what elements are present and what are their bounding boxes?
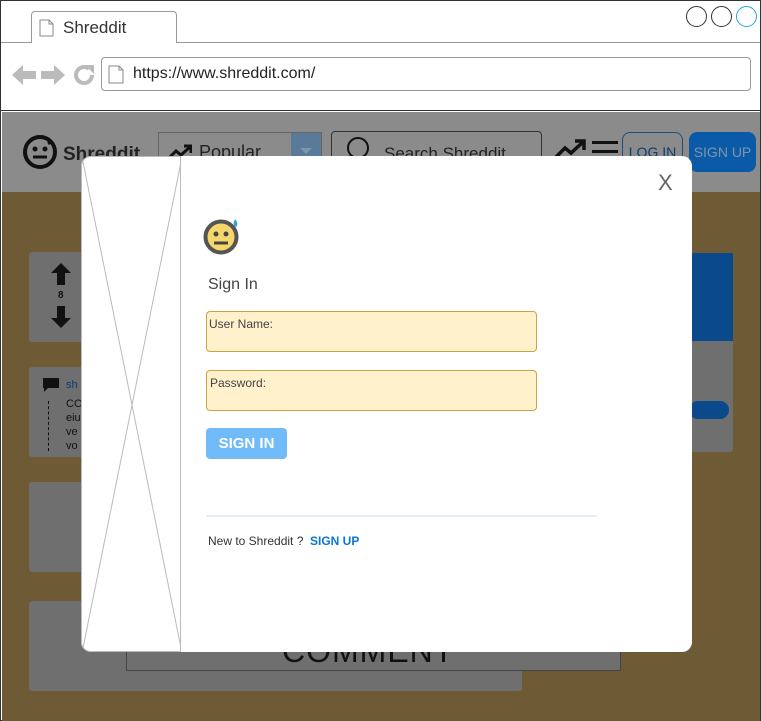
- minimize-button[interactable]: [686, 6, 707, 27]
- content-card: [29, 482, 84, 572]
- thread-line: [48, 401, 49, 451]
- signin-button[interactable]: SIGN IN: [206, 428, 287, 459]
- close-window-button[interactable]: [736, 6, 757, 27]
- modal-image-placeholder: [81, 156, 181, 652]
- sidebar-banner: [689, 253, 733, 341]
- tab-bar: Shreddit: [1, 1, 760, 43]
- username-field[interactable]: User Name:: [206, 311, 537, 352]
- password-label: Password:: [210, 376, 267, 390]
- post-text-line: ve: [66, 426, 78, 438]
- page-icon: [39, 19, 54, 37]
- password-field[interactable]: Password:: [206, 370, 537, 411]
- downvote-arrow-icon[interactable]: [51, 306, 71, 328]
- maximize-button[interactable]: [711, 6, 732, 27]
- upvote-arrow-icon[interactable]: [51, 263, 71, 285]
- password-input[interactable]: [209, 391, 531, 409]
- url-text: https://www.shreddit.com/: [133, 65, 316, 82]
- username-input[interactable]: [209, 332, 531, 350]
- signin-heading: Sign In: [208, 276, 258, 293]
- sidebar-button[interactable]: [689, 401, 729, 419]
- forward-arrow-icon[interactable]: [41, 65, 65, 85]
- signup-link[interactable]: SIGN UP: [310, 534, 359, 548]
- logo-face-icon: [203, 219, 239, 255]
- vote-count: 8: [58, 290, 64, 301]
- tab-title: Shreddit: [63, 18, 127, 37]
- username-label: User Name:: [209, 317, 274, 331]
- post-author-link[interactable]: sh: [66, 379, 78, 391]
- navigation-bar: https://www.shreddit.com/: [1, 43, 760, 111]
- browser-tab[interactable]: Shreddit: [31, 11, 177, 43]
- close-modal-button[interactable]: X: [658, 170, 673, 196]
- signup-button[interactable]: SIGN UP: [689, 132, 756, 172]
- divider: [206, 515, 597, 517]
- page-icon: [108, 65, 124, 84]
- comment-bubble-icon: [43, 378, 59, 392]
- logo-face-icon[interactable]: [22, 134, 58, 170]
- post-text-line: eiu: [66, 412, 81, 424]
- back-arrow-icon[interactable]: [12, 65, 36, 85]
- reload-icon[interactable]: [72, 63, 96, 87]
- address-bar[interactable]: https://www.shreddit.com/: [101, 57, 751, 91]
- new-user-prompt: New to Shreddit ?: [208, 534, 304, 548]
- post-text-line: vo: [66, 440, 78, 452]
- browser-window: Shreddit https://www.shreddit.com/ Shred…: [0, 0, 761, 721]
- signin-modal: X Sign In User Name: Password: SIGN IN N…: [81, 156, 692, 652]
